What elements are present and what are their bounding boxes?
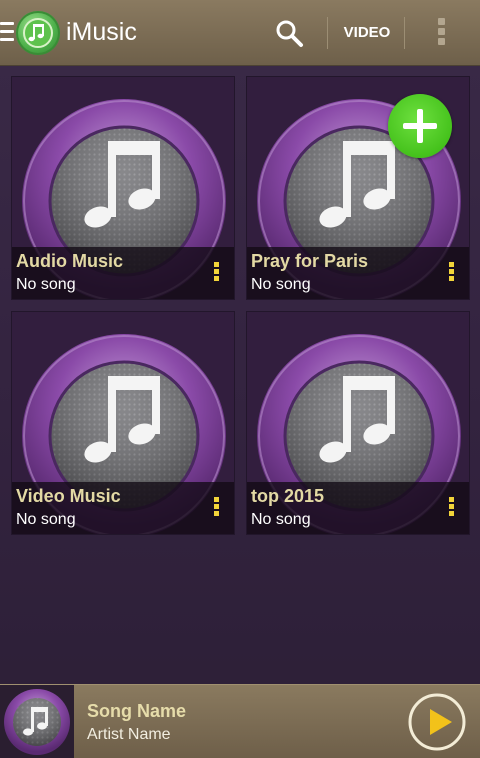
play-icon [408,693,466,751]
playlist-info: Pray for Paris No song [247,247,469,299]
playlist-info: Audio Music No song [12,247,234,299]
playlist-song-count: No song [251,511,311,528]
playlist-song-count: No song [16,511,76,528]
playlist-menu-icon[interactable] [214,262,220,282]
now-playing-artwork [0,685,74,758]
now-playing-song-name: Song Name [87,701,187,721]
app-title: iMusic [66,18,137,46]
now-playing-artist-name: Artist Name [87,726,171,743]
playlist-card[interactable]: top 2015 No song [246,311,470,535]
plus-icon [403,109,437,143]
playlist-menu-icon[interactable] [214,497,220,517]
playlist-song-count: No song [251,276,311,293]
app-toolbar: iMusic VIDEO [0,0,480,66]
music-note-disc-icon [4,689,70,755]
search-icon[interactable] [272,17,306,51]
toolbar-divider [327,17,328,49]
playlist-info: top 2015 No song [247,482,469,534]
menu-icon[interactable] [0,22,14,42]
playlist-song-count: No song [16,276,76,293]
playlist-info: Video Music No song [12,482,234,534]
play-button[interactable] [408,693,466,751]
playlist-menu-icon[interactable] [449,262,455,282]
playlist-title: top 2015 [251,486,325,506]
toolbar-divider [404,17,405,49]
playlist-card[interactable]: Video Music No song [11,311,235,535]
add-playlist-button[interactable] [388,94,452,158]
video-button[interactable]: VIDEO [336,24,398,44]
overflow-menu-icon[interactable] [434,18,448,48]
playlist-title: Video Music [16,486,121,506]
playlist-card[interactable]: Audio Music No song [11,76,235,300]
playlist-title: Audio Music [16,251,123,271]
music-note-logo-icon [16,11,60,55]
playlist-menu-icon[interactable] [449,497,455,517]
mini-player[interactable]: Song Name Artist Name [0,684,480,758]
playlist-title: Pray for Paris [251,251,369,271]
